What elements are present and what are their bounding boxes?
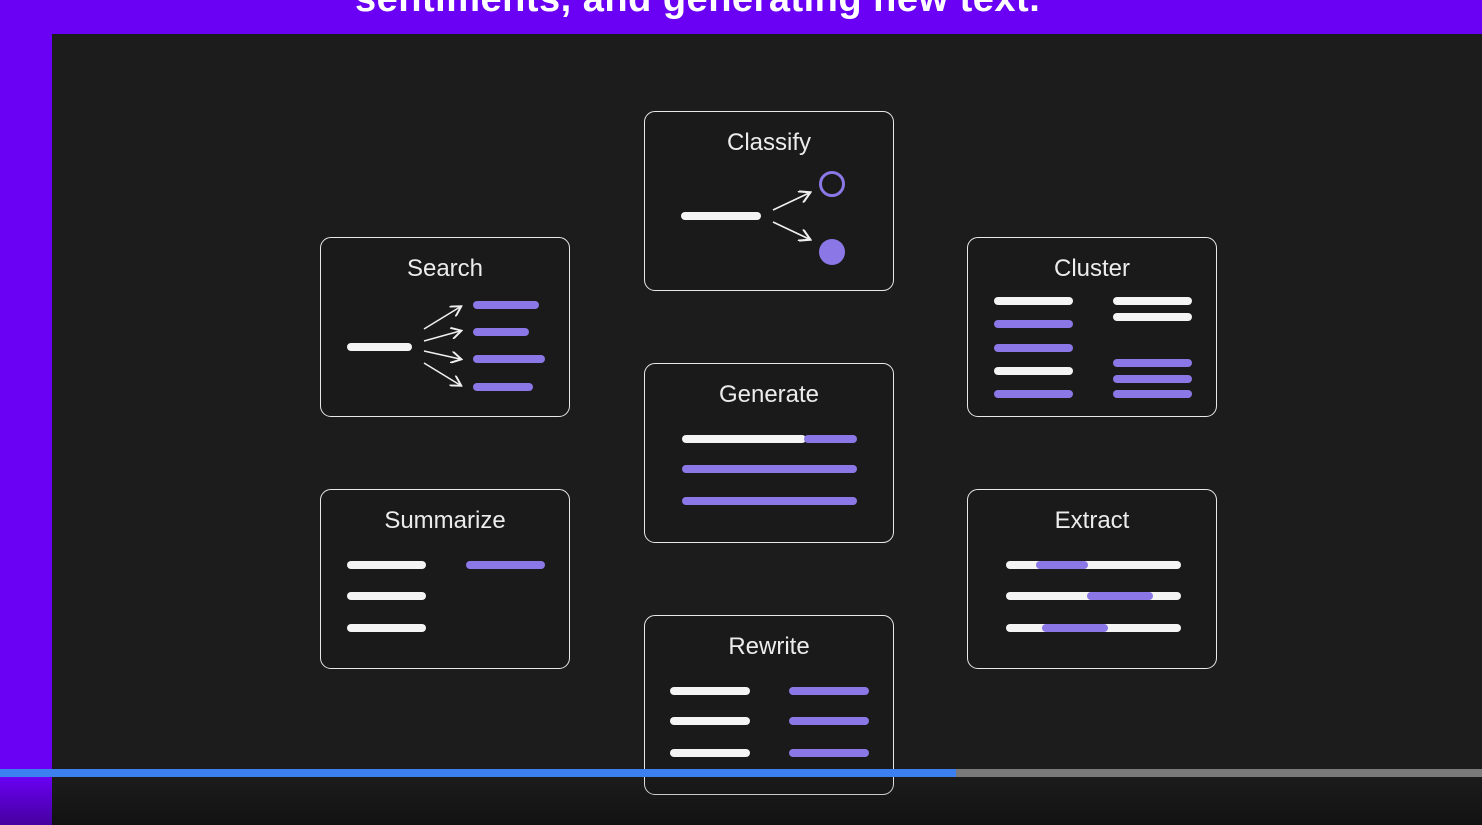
search-result-line [473,301,539,309]
rewrite-output-line [789,687,869,695]
extract-highlight [1042,624,1108,632]
generate-output-line [682,497,857,505]
top-banner: sentiments, and generating new text. [0,0,1482,34]
extract-highlight [1087,592,1153,600]
search-card: Search [320,237,570,417]
generate-prompt-line [682,435,806,443]
rewrite-output-line [789,749,869,757]
summarize-source-line [347,624,426,632]
banner-caption: sentiments, and generating new text. [355,0,1040,21]
summarize-title: Summarize [384,507,506,534]
classify-arrows-icon [772,171,845,265]
cluster-line [1113,359,1192,367]
cluster-line [994,390,1073,398]
cluster-line [994,320,1073,328]
summarize-summary-line [466,561,545,569]
search-arrows-icon [423,238,571,418]
cluster-line [994,367,1073,375]
rewrite-source-line [670,687,750,695]
cluster-line [994,297,1073,305]
extract-line [1006,561,1181,569]
search-result-line [473,383,533,391]
classify-filled-circle-icon [819,239,845,265]
generate-card: Generate [644,363,894,543]
summarize-source-line [347,592,426,600]
generate-output-line [682,465,857,473]
cluster-card: Cluster [967,237,1217,417]
summarize-source-line [347,561,426,569]
summarize-card: Summarize [320,489,570,669]
search-result-line [473,355,545,363]
generate-output-line [804,435,857,443]
rewrite-card: Rewrite [644,615,894,795]
classify-empty-circle-icon [819,171,845,197]
video-frame: sentiments, and generating new text. Cla… [0,0,1482,825]
search-result-line [473,328,529,336]
cluster-line [1113,297,1192,305]
extract-highlight [1036,561,1088,569]
slide-canvas: Classify Search Cluster Generate Summari… [52,34,1482,825]
cluster-line [994,344,1073,352]
cluster-line [1113,313,1192,321]
cluster-title: Cluster [1053,255,1131,282]
cluster-line [1113,390,1192,398]
rewrite-source-line [670,717,750,725]
rewrite-source-line [670,749,750,757]
cluster-line [1113,375,1192,383]
video-progress-played[interactable] [0,769,956,777]
generate-title: Generate [718,381,820,408]
rewrite-output-line [789,717,869,725]
extract-card: Extract [967,489,1217,669]
extract-title: Extract [1054,507,1130,534]
rewrite-title: Rewrite [728,633,810,660]
classify-card: Classify [644,111,894,291]
video-progress-bar[interactable] [0,769,1482,777]
